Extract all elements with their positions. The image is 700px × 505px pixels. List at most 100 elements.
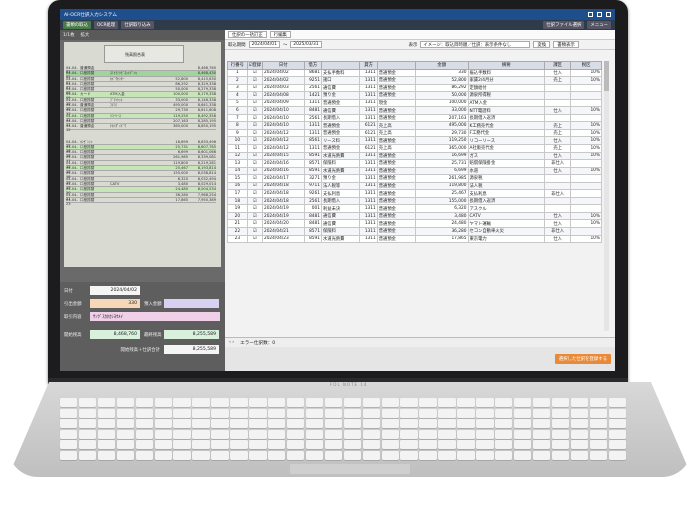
- register-checkbox[interactable]: ☑: [246, 98, 263, 108]
- table-cell[interactable]: 仕入: [544, 211, 572, 221]
- table-cell[interactable]: 2024/04/09: [261, 98, 305, 108]
- table-cell[interactable]: 2561: [303, 83, 323, 93]
- table-cell[interactable]: 2024/04/18: [261, 196, 305, 206]
- desc-field[interactable]: ｻﾝｸﾞｽｶﾀｶｼﾖｳﾒｲ: [90, 312, 220, 321]
- table-cell[interactable]: [544, 181, 572, 191]
- table-cell[interactable]: 利益未決: [320, 204, 361, 213]
- table-cell[interactable]: 6121: [359, 128, 378, 138]
- register-checkbox[interactable]: ☑: [246, 159, 263, 168]
- table-cell[interactable]: 売上: [544, 121, 572, 130]
- table-cell[interactable]: 普通預金: [376, 189, 417, 198]
- column-header[interactable]: 金額: [415, 61, 469, 70]
- table-cell[interactable]: 法人税等: [320, 181, 361, 191]
- table-cell[interactable]: 通信費: [320, 211, 361, 221]
- table-cell[interactable]: 売上: [544, 128, 572, 138]
- column-header[interactable]: 税区: [570, 61, 602, 70]
- table-cell[interactable]: 8561: [303, 136, 323, 145]
- table-cell[interactable]: 1311: [359, 189, 378, 198]
- select-file-button[interactable]: 仕訳ファイル選択: [543, 21, 585, 29]
- table-cell[interactable]: 普通預金: [376, 159, 417, 168]
- menu-button[interactable]: メニュー: [587, 21, 611, 29]
- table-cell[interactable]: 25,467: [415, 189, 469, 198]
- table-cell[interactable]: 8481: [303, 211, 323, 221]
- table-cell[interactable]: 普通預金: [320, 128, 361, 138]
- table-cell[interactable]: CATV: [467, 211, 546, 221]
- table-cell[interactable]: [570, 91, 602, 100]
- table-cell[interactable]: 振込手数料: [467, 68, 546, 78]
- table-row[interactable]: 22 ☑ 2024/04/21 8571 保険料 1311 普通預金 36,280 セコン自動車…: [227, 227, 602, 236]
- column-header[interactable]: 貸方: [359, 61, 378, 70]
- table-cell[interactable]: [544, 113, 572, 123]
- table-cell[interactable]: 10%: [570, 128, 602, 138]
- table-cell[interactable]: 普通預金: [376, 76, 417, 85]
- table-cell[interactable]: 10%: [570, 211, 602, 221]
- column-header[interactable]: 行番号: [227, 61, 248, 70]
- table-cell[interactable]: 仕入: [544, 166, 572, 176]
- nav-icon[interactable]: ‹ ›: [229, 340, 234, 345]
- table-cell[interactable]: 365,000: [415, 143, 469, 153]
- table-cell[interactable]: 1311: [359, 174, 378, 183]
- table-cell[interactable]: [570, 196, 602, 206]
- table-cell[interactable]: 1311: [359, 181, 378, 191]
- table-cell[interactable]: 6121: [359, 143, 378, 153]
- table-cell[interactable]: 1311: [359, 204, 378, 213]
- table-cell[interactable]: 18: [227, 196, 248, 206]
- close-icon[interactable]: [606, 12, 611, 17]
- table-cell[interactable]: 法人税: [467, 181, 546, 191]
- table-cell[interactable]: 261,985: [415, 174, 469, 183]
- table-cell[interactable]: 12: [227, 151, 248, 161]
- register-checkbox[interactable]: ☑: [246, 128, 263, 138]
- table-cell[interactable]: 2024/04/21: [261, 227, 305, 236]
- table-cell[interactable]: 賠償保険掛金: [467, 159, 546, 168]
- table-cell[interactable]: NTT電話料: [467, 106, 546, 115]
- table-cell[interactable]: 13: [227, 159, 248, 168]
- table-cell[interactable]: 長期借入: [320, 196, 361, 206]
- table-row[interactable]: 6 ☑ 2024/04/10 8481 通信費 1311 普通預金 33,000 NTT電話料仕…: [227, 106, 602, 115]
- display-select[interactable]: イメージ：取込目時順／仕訳：表示条件なし: [420, 41, 531, 48]
- table-cell[interactable]: 普通預金: [376, 106, 417, 115]
- table-cell[interactable]: 2024/04/02: [261, 68, 305, 78]
- table-cell[interactable]: 8481: [303, 219, 323, 228]
- register-checkbox[interactable]: ☑: [246, 121, 263, 130]
- table-cell[interactable]: 1311: [359, 76, 378, 85]
- table-cell[interactable]: [544, 91, 572, 100]
- period-from[interactable]: 2024/04/01: [248, 41, 280, 48]
- table-cell[interactable]: 495,000: [415, 121, 469, 130]
- zoom-button[interactable]: 拡大: [80, 32, 89, 38]
- table-cell[interactable]: 売上高: [376, 143, 417, 153]
- register-checkbox[interactable]: ☑: [246, 219, 263, 228]
- table-cell[interactable]: 2024/04/15: [261, 151, 305, 161]
- table-cell[interactable]: 8481: [303, 106, 323, 115]
- table-cell[interactable]: 6,320: [415, 204, 469, 213]
- table-cell[interactable]: 長期借入返済: [467, 196, 546, 206]
- table-cell[interactable]: 仕入: [544, 136, 572, 145]
- table-row[interactable]: 23 ☑ 2024/04/23 8591 水道光熱費 1311 普通預金 17,865 東京電力…: [227, 234, 602, 244]
- table-cell[interactable]: 1: [227, 68, 248, 78]
- table-row[interactable]: 1 ☑ 2024/04/02 8681 支払手数料 1311 普通預金 330 振込手数料 仕入 1…: [227, 68, 602, 78]
- table-row[interactable]: 3 ☑ 2024/04/03 2561 通信費 1311 普通預金 86,292 定額給付: [227, 83, 602, 93]
- table-cell[interactable]: 売上: [544, 143, 572, 153]
- table-cell[interactable]: 1311: [303, 121, 323, 130]
- table-cell[interactable]: 水道光熱費: [320, 234, 361, 244]
- table-cell[interactable]: 仕入: [544, 219, 572, 228]
- table-cell[interactable]: 非仕入: [544, 159, 572, 168]
- table-cell[interactable]: 10%: [570, 136, 602, 145]
- table-cell[interactable]: 52,800: [415, 76, 469, 85]
- table-cell[interactable]: 2024/04/02: [261, 76, 305, 85]
- table-cell[interactable]: 普通預金: [376, 227, 417, 236]
- table-cell[interactable]: 207,163: [415, 113, 469, 123]
- table-cell[interactable]: 2024/04/10: [261, 113, 305, 123]
- table-cell[interactable]: 10%: [570, 76, 602, 85]
- table-cell[interactable]: 諸口: [320, 76, 361, 85]
- column-header[interactable]: 借方: [303, 61, 323, 70]
- table-cell[interactable]: 2: [227, 76, 248, 85]
- table-cell[interactable]: 通信費: [320, 219, 361, 228]
- table-cell[interactable]: 支払手数料: [320, 68, 361, 78]
- table-cell[interactable]: 支払利息: [320, 189, 361, 198]
- table-row[interactable]: 21 ☑ 2024/04/20 8481 通信費 1311 普通預金 24,480 ヤマト運輸仕…: [227, 219, 602, 228]
- table-row[interactable]: 19 ☑ 2024/04/19 001 利益未決 1311 普通預金 6,320 アスクル: [227, 204, 602, 213]
- table-cell[interactable]: 普通預金: [376, 211, 417, 221]
- table-cell[interactable]: 保険料: [320, 159, 361, 168]
- table-cell[interactable]: 10%: [570, 219, 602, 228]
- table-cell[interactable]: 2024/04/16: [261, 166, 305, 176]
